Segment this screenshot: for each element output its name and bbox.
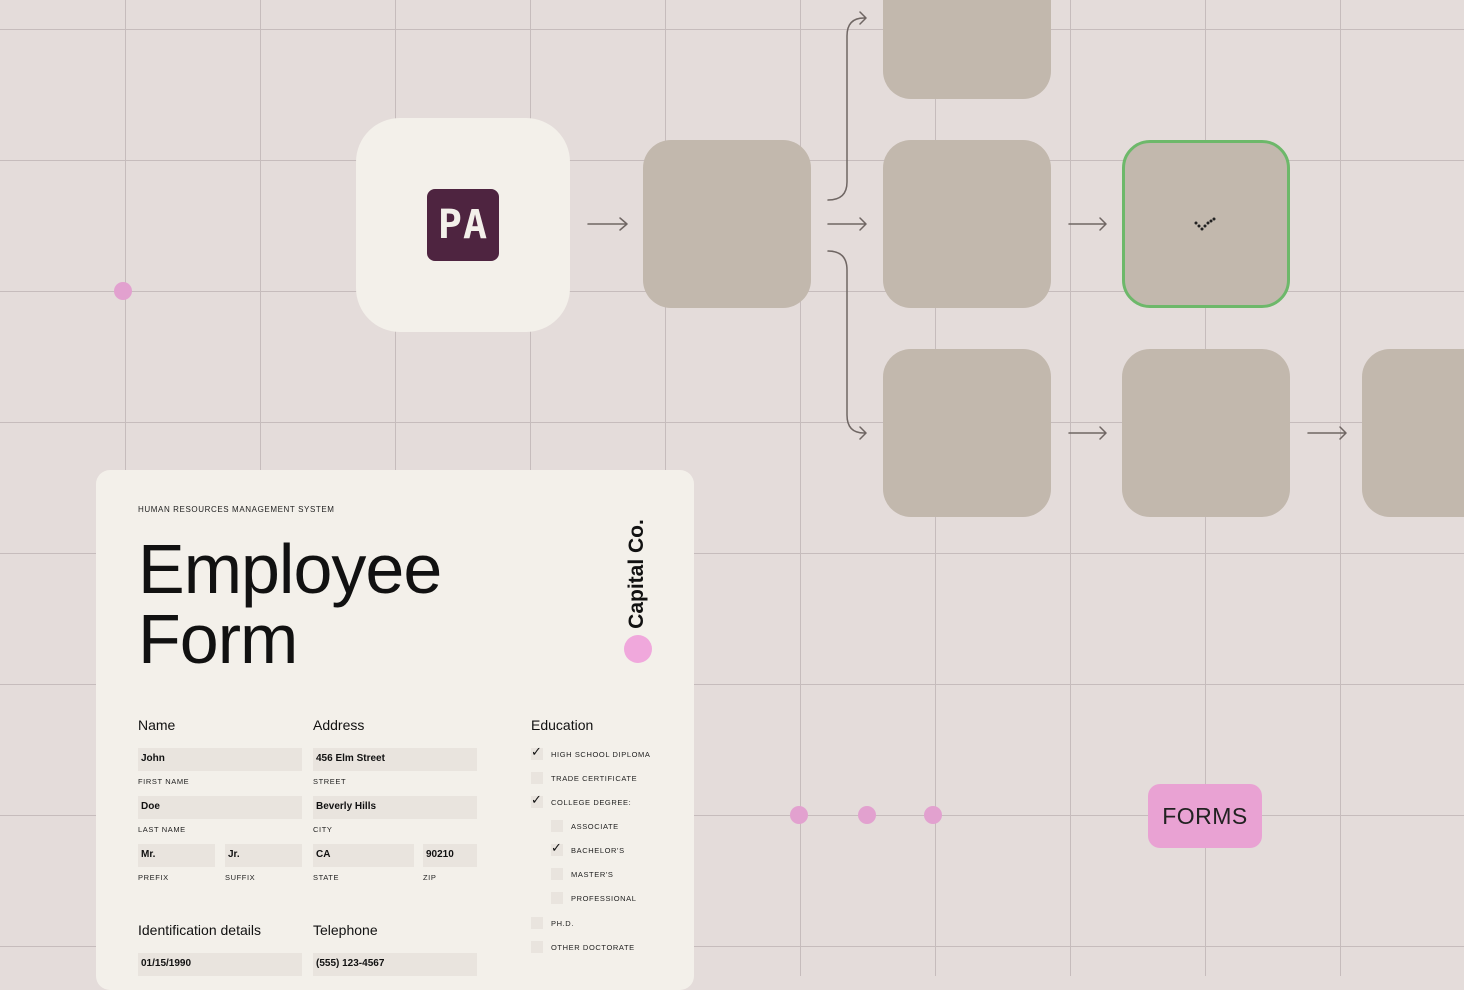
section-education: Education [531,717,594,733]
zip-field[interactable]: 90210 [423,844,477,867]
education-label: BACHELOR'S [571,845,625,855]
section-name: Name [138,717,176,733]
street-value: 456 Elm Street [316,753,385,764]
zip-label: ZIP [423,873,437,882]
suffix-value: Jr. [228,849,240,860]
arrow-right-icon [1068,217,1107,231]
section-address: Address [313,717,365,733]
education-professional[interactable]: PROFESSIONAL [551,890,637,906]
checkbox[interactable] [531,772,543,784]
education-high-school[interactable]: ✓ HIGH SCHOOL DIPLOMA [531,744,651,762]
street-field[interactable]: 456 Elm Street [313,748,477,771]
employee-form-card: HUMAN RESOURCES MANAGEMENT SYSTEM Employ… [96,470,694,990]
checkbox[interactable]: ✓ [531,792,543,808]
brand-dot [624,635,652,663]
company-name: Capital Co. [625,519,648,629]
decorative-dot [790,806,808,824]
prefix-value: Mr. [141,849,156,860]
education-college[interactable]: ✓ COLLEGE DEGREE: [531,792,632,810]
form-title: Employee Form [138,530,442,678]
decorative-dot [924,806,942,824]
section-telephone: Telephone [313,922,378,938]
check-icon: ✓ [551,840,562,855]
state-field[interactable]: CA [313,844,414,867]
decorative-dot [858,806,876,824]
branch-down-connector [827,250,867,440]
check-icon: ✓ [531,792,542,807]
arrow-right-icon [587,217,628,231]
arrow-right-icon [827,217,867,231]
last-name-value: Doe [141,801,160,812]
first-name-field[interactable]: John [138,748,302,771]
last-name-label: LAST NAME [138,825,186,834]
first-name-value: John [141,753,165,764]
education-phd[interactable]: PH.D. [531,915,574,931]
education-label: MASTER'S [571,869,614,879]
education-label: HIGH SCHOOL DIPLOMA [551,749,651,759]
system-label: HUMAN RESOURCES MANAGEMENT SYSTEM [138,505,335,514]
city-value: Beverly Hills [316,801,377,812]
education-label: ASSOCIATE [571,821,619,831]
education-bachelors[interactable]: ✓ BACHELOR'S [551,840,625,858]
education-masters[interactable]: MASTER'S [551,866,614,882]
arrow-right-icon [1307,426,1347,440]
street-label: STREET [313,777,347,786]
education-associate[interactable]: ASSOCIATE [551,818,619,834]
checkbox[interactable] [551,820,563,832]
education-other-doctorate[interactable]: OTHER DOCTORATE [531,939,635,955]
education-trade[interactable]: TRADE CERTIFICATE [531,770,637,786]
education-label: PH.D. [551,918,575,928]
branch-up-connector [827,11,867,201]
decorative-dot [114,282,132,300]
education-label: OTHER DOCTORATE [551,942,635,952]
state-label: STATE [313,873,340,882]
checkbox[interactable] [551,892,563,904]
education-label: TRADE CERTIFICATE [551,773,638,783]
form-title-line2: Form [138,600,298,678]
checkbox[interactable] [551,868,563,880]
date-of-birth-field[interactable]: 01/15/1990 [138,953,302,976]
education-label: COLLEGE DEGREE: [551,797,632,807]
telephone-field[interactable]: (555) 123-4567 [313,953,477,976]
suffix-label: SUFFIX [225,873,256,882]
checkbox[interactable] [531,917,543,929]
section-identification: Identification details [138,922,261,938]
city-label: CITY [313,825,333,834]
company-brand: Capital Co. [616,514,658,634]
suffix-field[interactable]: Jr. [225,844,302,867]
checkbox[interactable] [531,941,543,953]
forms-badge[interactable]: FORMS [1148,784,1262,848]
state-value: CA [316,849,331,860]
checkbox[interactable]: ✓ [531,744,543,760]
date-of-birth-value: 01/15/1990 [141,958,192,969]
prefix-field[interactable]: Mr. [138,844,215,867]
city-field[interactable]: Beverly Hills [313,796,477,819]
last-name-field[interactable]: Doe [138,796,302,819]
check-icon: ✓ [531,744,542,759]
checkbox[interactable]: ✓ [551,840,563,856]
arrow-right-icon [1068,426,1107,440]
first-name-label: FIRST NAME [138,777,190,786]
zip-value: 90210 [426,849,454,860]
telephone-value: (555) 123-4567 [316,958,385,969]
form-title-line1: Employee [138,530,442,608]
prefix-label: PREFIX [138,873,169,882]
education-label: PROFESSIONAL [571,893,637,903]
